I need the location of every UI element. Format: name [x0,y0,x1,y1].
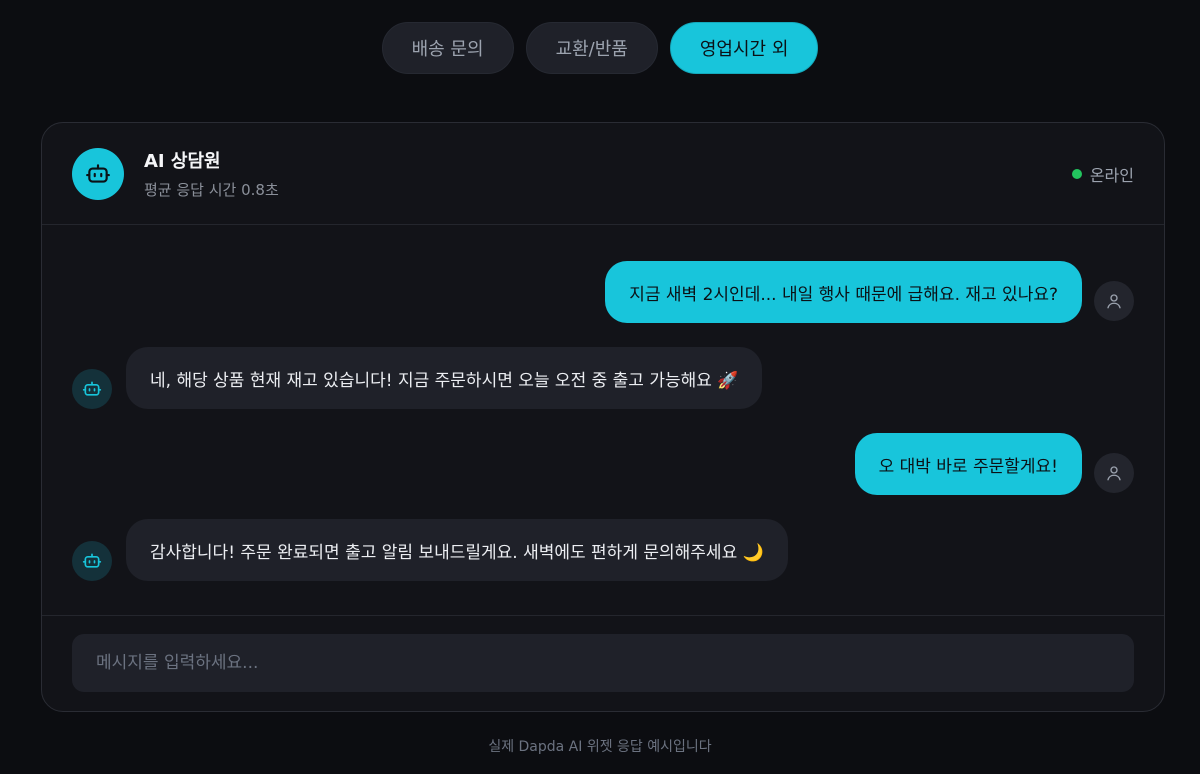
user-avatar [1094,453,1134,493]
message-input[interactable] [72,634,1134,692]
tab-after-hours[interactable]: 영업시간 외 [669,22,819,74]
tab-exchange-return[interactable]: 교환/반품 [525,22,658,74]
bot-message-bubble: 감사합니다! 주문 완료되면 출고 알림 보내드릴게요. 새벽에도 편하게 문의… [126,519,788,581]
bot-message-bubble: 네, 해당 상품 현재 재고 있습니다! 지금 주문하시면 오늘 오전 중 출고… [126,347,763,409]
message-row-user: 오 대박 바로 주문할게요! [854,433,1134,495]
robot-icon [86,163,110,183]
footnote: 실제 Dapda AI 위젯 응답 예시입니다 [488,739,712,755]
bot-avatar [72,147,124,200]
status-label: 온라인 [1089,166,1134,185]
message-row-user: 지금 새벽 2시인데... 내일 행사 때문에 급해요. 재고 있나요? [605,261,1134,323]
bot-avatar-small [72,369,112,409]
online-dot-icon [1071,169,1082,179]
tab-bar: 배송 문의 교환/반품 영업시간 외 [0,22,1200,74]
user-icon [1107,294,1121,309]
response-time: 평균 응답 시간 0.8초 [144,181,279,199]
robot-icon [82,553,102,568]
user-message-bubble: 지금 새벽 2시인데... 내일 행사 때문에 급해요. 재고 있나요? [605,261,1082,323]
user-icon [1107,466,1121,481]
robot-icon [82,381,102,396]
online-status: 온라인 [1071,123,1134,225]
message-row-bot: 네, 해당 상품 현재 재고 있습니다! 지금 주문하시면 오늘 오전 중 출고… [72,347,763,409]
agent-name: AI 상담원 [144,151,221,172]
tab-shipping-inquiry[interactable]: 배송 문의 [381,22,514,74]
chat-widget: AI 상담원 평균 응답 시간 0.8초 온라인 지금 새벽 2시인데... 내… [41,122,1165,712]
message-row-bot: 감사합니다! 주문 완료되면 출고 알림 보내드릴게요. 새벽에도 편하게 문의… [72,519,788,581]
message-list: 지금 새벽 2시인데... 내일 행사 때문에 급해요. 재고 있나요? 네, … [42,225,1164,617]
user-message-bubble: 오 대박 바로 주문할게요! [854,433,1082,495]
bot-avatar-small [72,541,112,581]
chat-header: AI 상담원 평균 응답 시간 0.8초 온라인 [42,123,1164,225]
user-avatar [1094,281,1134,321]
composer [42,615,1164,711]
